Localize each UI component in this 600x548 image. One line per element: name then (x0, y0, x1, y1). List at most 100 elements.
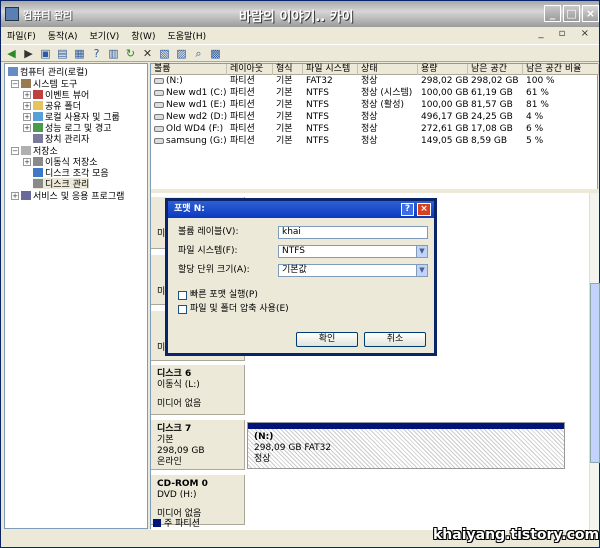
filesystem-select[interactable]: NTFS ▼ (278, 245, 428, 258)
forward-icon[interactable]: ▶ (22, 47, 35, 60)
tree-disk-management[interactable]: 디스크 관리 (33, 178, 90, 190)
back-icon[interactable]: ◀ (5, 47, 18, 60)
col-capacity[interactable]: 용량 (418, 64, 468, 75)
compression-checkbox[interactable]: 파일 및 폴더 압축 사용(E) (178, 304, 289, 315)
users-icon (33, 112, 43, 121)
main-window: 컴퓨터 관리 바람의 이야기.. 카이 _ □ × 파일(F) 동작(A) 보기… (0, 0, 600, 548)
storage-icon (21, 146, 31, 155)
up-folder-icon[interactable]: ▣ (39, 47, 52, 60)
scroll-thumb[interactable] (590, 283, 600, 463)
cancel-button[interactable]: 취소 (364, 332, 426, 347)
properties-icon[interactable]: ▦ (73, 47, 86, 60)
expand-icon[interactable]: + (11, 191, 19, 200)
menu-action[interactable]: 동작(A) (42, 29, 84, 42)
disk-type: DVD (H:) (157, 490, 197, 500)
col-filesystem[interactable]: 파일 시스템 (303, 64, 358, 75)
disk-media: 미디어 없음 (157, 399, 202, 409)
disk6-label[interactable]: 디스크 6 이동식 (L:) 미디어 없음 (151, 365, 245, 415)
collapse-icon[interactable]: − (11, 79, 19, 88)
col-free-percent[interactable]: 남은 공간 비율 (523, 64, 599, 75)
help-button[interactable]: ? (401, 203, 414, 216)
title-bar[interactable]: 컴퓨터 관리 바람의 이야기.. 카이 _ □ × (1, 1, 599, 27)
checkbox-box[interactable] (178, 291, 187, 300)
computer-management-icon (5, 7, 19, 21)
ok-button[interactable]: 확인 (296, 332, 358, 347)
volume-name: (N:) (166, 76, 183, 86)
col-free-space[interactable]: 남은 공간 (468, 64, 523, 75)
expand-icon[interactable]: + (23, 157, 31, 166)
expand-icon[interactable]: + (23, 101, 31, 110)
console-tree: 컴퓨터 관리(로컬) − 시스템 도구 + 이벤트 뷰어 + 공유 폴더 + 로컬 사용… (4, 63, 148, 529)
volume-free: 24,25 GB (471, 112, 513, 122)
properties2-icon[interactable]: ▧ (158, 47, 171, 60)
maximize-button[interactable]: □ (563, 5, 580, 22)
delete-icon[interactable]: ✕ (141, 47, 154, 60)
open-icon[interactable]: ▨ (175, 47, 188, 60)
checkbox-box[interactable] (178, 305, 187, 314)
tree-device-manager[interactable]: 장치 관리자 (33, 133, 89, 145)
minimize-button[interactable]: _ (544, 5, 561, 22)
volume-fs: NTFS (306, 88, 329, 98)
filesystem-label: 파일 시스템(F): (178, 246, 238, 256)
dialog-close-button[interactable]: × (417, 203, 431, 216)
drive-icon (154, 137, 164, 144)
event-viewer-icon (33, 90, 43, 99)
quick-format-checkbox[interactable]: 빠른 포맷 실행(P) (178, 290, 258, 301)
volume-status: 정상 (361, 124, 378, 134)
col-layout[interactable]: 레이아웃 (227, 64, 273, 75)
menu-view[interactable]: 보기(V) (84, 29, 126, 42)
services-icon (21, 191, 31, 200)
volume-label-input[interactable]: khai (278, 226, 428, 239)
volume-layout: 파티션 (230, 88, 255, 98)
tools-icon (21, 79, 31, 88)
menu-window[interactable]: 창(W) (125, 29, 161, 42)
col-status[interactable]: 상태 (358, 64, 418, 75)
volume-row[interactable]: New wd1 (E:) 파티션 기본 NTFS 정상 (활성) 100,00 … (151, 100, 599, 111)
volume-free: 298,02 GB (471, 76, 519, 86)
volume-row[interactable]: (N:) 파티션 기본 FAT32 정상 298,02 GB 298,02 GB… (151, 76, 599, 87)
allocation-unit-select[interactable]: 기본값 ▼ (278, 264, 428, 277)
tree-services[interactable]: + 서비스 및 응용 프로그램 (11, 190, 124, 202)
menu-help[interactable]: 도움말(H) (161, 29, 212, 42)
partition-legend: 주 파티션 (153, 516, 200, 529)
dialog-title-bar[interactable]: 포맷 N: ? × (168, 201, 434, 218)
chevron-down-icon[interactable]: ▼ (416, 246, 427, 257)
tree-root[interactable]: 컴퓨터 관리(로컬) (8, 66, 88, 78)
volume-list-header: 볼륨 레이아웃 형식 파일 시스템 상태 용량 남은 공간 남은 공간 비율 (151, 64, 599, 75)
disk-type: 이동식 (L:) (157, 380, 200, 390)
expand-icon[interactable]: + (23, 90, 31, 99)
dialog-title: 포맷 N: (174, 204, 205, 214)
expand-icon[interactable]: + (23, 123, 31, 132)
close-button[interactable]: × (582, 5, 599, 22)
volume-capacity: 272,61 GB (421, 124, 469, 134)
list-icon[interactable]: ▥ (107, 47, 120, 60)
volume-layout: 파티션 (230, 76, 255, 86)
col-type[interactable]: 형식 (273, 64, 303, 75)
show-tree-icon[interactable]: ▤ (56, 47, 69, 60)
collapse-icon[interactable]: − (11, 146, 19, 155)
volume-type: 기본 (276, 76, 293, 86)
allocation-unit-value: 기본값 (282, 265, 307, 275)
expand-icon[interactable]: + (23, 112, 31, 121)
disk7-label[interactable]: 디스크 7 기본 298,09 GB 온라인 (151, 420, 245, 470)
volume-free-pct: 100 % (526, 76, 555, 86)
help-icon[interactable]: ? (90, 47, 103, 60)
volume-capacity: 149,05 GB (421, 136, 469, 146)
volume-layout: 파티션 (230, 112, 255, 122)
disk-icon[interactable]: ▩ (209, 47, 222, 60)
search-icon[interactable]: ⌕ (192, 47, 205, 60)
volume-capacity: 100,00 GB (421, 100, 469, 110)
partition-n[interactable]: (N:) 298,09 GB FAT32 정상 (247, 422, 565, 469)
legend-label: 주 파티션 (164, 519, 200, 529)
volume-type: 기본 (276, 112, 293, 122)
volume-row[interactable]: Old WD4 (F:) 파티션 기본 NTFS 정상 272,61 GB 17… (151, 124, 599, 135)
menu-file[interactable]: 파일(F) (1, 29, 42, 42)
document-window-controls[interactable]: _ ▫ × (538, 28, 595, 39)
refresh-icon[interactable]: ↻ (124, 47, 137, 60)
vertical-scrollbar[interactable] (589, 193, 600, 530)
col-volume[interactable]: 볼륨 (151, 64, 227, 75)
chevron-down-icon[interactable]: ▼ (416, 265, 427, 276)
volume-row[interactable]: samsung (G:) 파티션 기본 NTFS 정상 149,05 GB 8,… (151, 136, 599, 147)
volume-row[interactable]: New wd1 (C:) 파티션 기본 NTFS 정상 (시스템) 100,00… (151, 88, 599, 99)
volume-row[interactable]: New wd2 (D:) 파티션 기본 NTFS 정상 496,17 GB 24… (151, 112, 599, 123)
